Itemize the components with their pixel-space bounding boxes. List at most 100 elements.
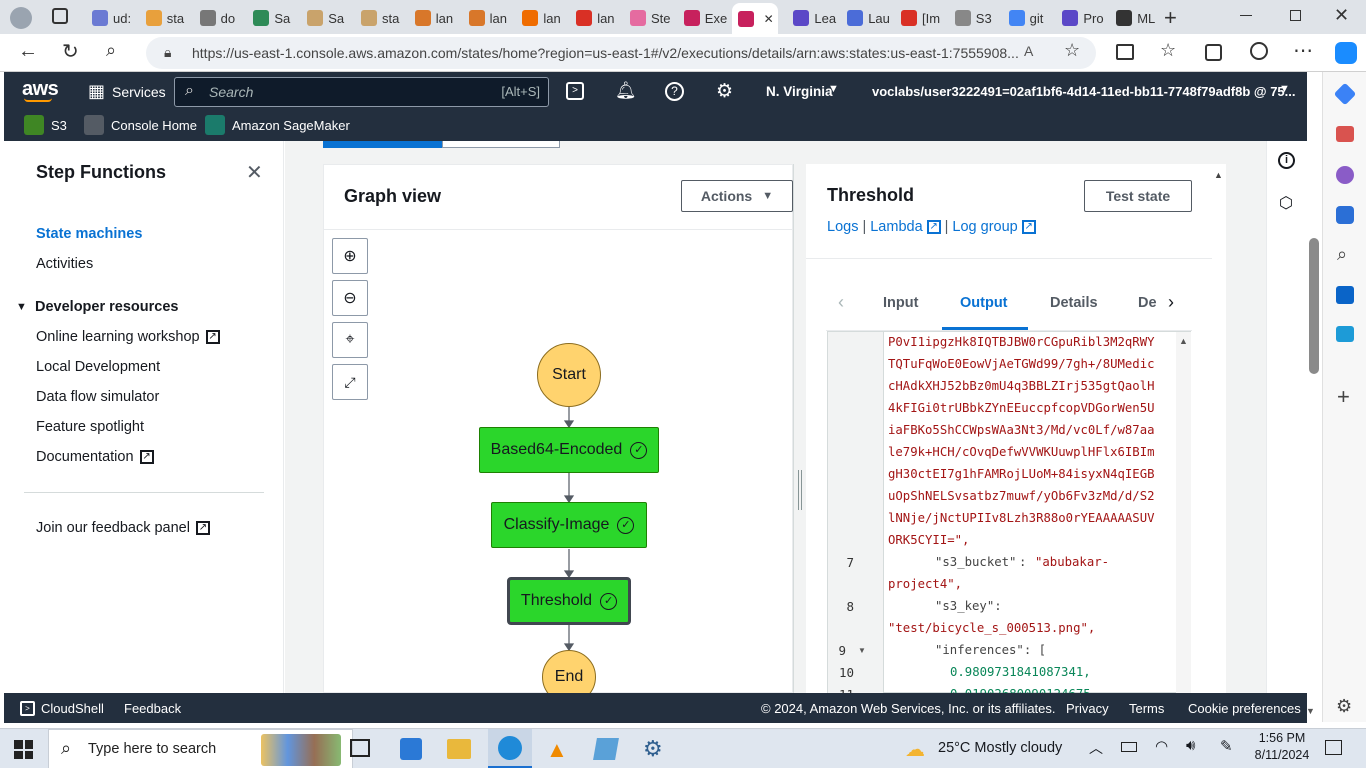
hexagon-icon[interactable]: ⬡ xyxy=(1279,193,1293,213)
games-icon[interactable] xyxy=(1336,166,1354,184)
close-icon[interactable]: ✕ xyxy=(246,160,263,185)
browser-essentials-icon[interactable] xyxy=(1250,42,1268,60)
feedback-panel-link[interactable]: Join our feedback panel ↗ xyxy=(36,520,210,536)
new-tab-icon[interactable]: + xyxy=(1164,5,1177,31)
favorite-console-home[interactable]: Console Home xyxy=(84,115,197,135)
close-window-icon[interactable]: ✕ xyxy=(1334,5,1349,26)
browser-tab[interactable]: git xyxy=(1003,5,1053,31)
scroll-down-icon[interactable]: ▼ xyxy=(1306,706,1315,716)
browser-tab[interactable]: Lau xyxy=(841,5,891,31)
collections-icon[interactable] xyxy=(1205,44,1222,61)
favorite-s3[interactable]: S3 xyxy=(24,115,67,135)
notifications-icon[interactable]: 🔔︎ xyxy=(615,81,637,101)
tab-details[interactable]: Details xyxy=(1050,295,1098,311)
browser-tab[interactable]: Ste xyxy=(624,5,674,31)
cloudshell-icon[interactable]: > xyxy=(566,82,584,100)
store-icon[interactable] xyxy=(400,738,422,760)
m365-icon[interactable] xyxy=(1336,206,1354,224)
wifi-icon[interactable]: ◠ xyxy=(1155,737,1168,755)
refresh-icon[interactable]: ↻ xyxy=(62,39,79,64)
privacy-link[interactable]: Privacy xyxy=(1066,701,1109,716)
terms-link[interactable]: Terms xyxy=(1129,701,1164,716)
caret-down-icon[interactable]: ▼ xyxy=(16,301,27,313)
copilot-icon[interactable] xyxy=(1335,42,1357,64)
services-button[interactable]: Services xyxy=(112,84,166,100)
add-sidebar-icon[interactable]: + xyxy=(1337,384,1350,410)
tab-actions-icon[interactable] xyxy=(52,8,68,24)
tab-output[interactable]: Output xyxy=(960,295,1008,311)
favorites-icon[interactable]: ☆ xyxy=(1160,40,1176,61)
feedback-button[interactable]: Feedback xyxy=(124,701,181,716)
split-screen-icon[interactable] xyxy=(1116,44,1134,60)
taskbar-search-box[interactable]: ⌕ Type here to search xyxy=(48,729,353,768)
browser-tab[interactable]: lan xyxy=(570,5,620,31)
editor-scrollbar[interactable]: ▲ xyxy=(1176,332,1191,694)
minimize-icon[interactable] xyxy=(1240,15,1252,16)
profile-avatar[interactable] xyxy=(10,7,32,29)
browser-tab[interactable]: ✕ xyxy=(731,3,778,34)
browser-tab[interactable]: [Im xyxy=(895,5,945,31)
show-hidden-icons[interactable]: ︿ xyxy=(1089,738,1103,758)
region-selector[interactable]: N. Virginia xyxy=(766,84,833,99)
browser-tab[interactable]: lan xyxy=(409,5,459,31)
clock-time[interactable]: 1:56 PM xyxy=(1256,731,1308,745)
browser-scrollbar-thumb[interactable] xyxy=(1309,238,1319,374)
page-scrollbar[interactable]: ▲ xyxy=(1212,164,1226,693)
tag-icon[interactable] xyxy=(1333,82,1357,106)
sidebar-item-documentation[interactable]: Documentation ↗ xyxy=(36,449,154,465)
pen-icon[interactable]: ✎ xyxy=(1220,737,1233,755)
weather-text[interactable]: 25°C Mostly cloudy xyxy=(938,740,1062,756)
read-aloud-icon[interactable]: A xyxy=(1024,43,1033,59)
segmented-tab[interactable] xyxy=(442,141,560,148)
browser-tab[interactable]: Lea xyxy=(787,5,837,31)
tools-icon[interactable] xyxy=(1336,126,1354,142)
tabs-next-icon[interactable]: › xyxy=(1168,292,1174,313)
tab-definition[interactable]: De xyxy=(1138,295,1157,311)
classify-image-node[interactable]: Classify-Image ✓ xyxy=(491,502,647,548)
browser-tab[interactable]: Pro xyxy=(1056,5,1106,31)
segmented-tab-active[interactable] xyxy=(323,141,443,148)
services-grid-icon[interactable]: ▦ xyxy=(88,81,105,102)
settings-icon[interactable]: ⚙ xyxy=(716,80,733,103)
favorite-star-icon[interactable]: ☆ xyxy=(1064,40,1080,61)
aws-search-input[interactable]: ⌕ Search [Alt+S] xyxy=(174,77,549,107)
sidebar-item-data-flow-simulator[interactable]: Data flow simulator xyxy=(36,389,159,405)
file-explorer-icon[interactable] xyxy=(447,739,471,759)
sidebar-section-developer-resources[interactable]: Developer resources xyxy=(35,299,178,315)
maximize-icon[interactable] xyxy=(1290,10,1301,21)
scroll-up-icon[interactable]: ▲ xyxy=(1179,336,1188,346)
sidebar-item-activities[interactable]: Activities xyxy=(36,256,93,272)
browser-tab[interactable]: sta xyxy=(355,5,405,31)
settings-taskbar-icon[interactable]: ⚙ xyxy=(643,736,663,762)
browser-tab[interactable]: do xyxy=(194,5,244,31)
search-icon[interactable]: ⌕ xyxy=(106,40,116,61)
help-icon[interactable]: ? xyxy=(665,82,684,101)
tab-input[interactable]: Input xyxy=(883,295,918,311)
browser-tab[interactable]: Sa xyxy=(301,5,351,31)
account-menu[interactable]: voclabs/user3222491=02af1bf6-4d14-11ed-b… xyxy=(872,84,1296,99)
clock-date[interactable]: 8/11/2024 xyxy=(1254,748,1310,762)
browser-tab[interactable]: Sa xyxy=(247,5,297,31)
search-sidebar-icon[interactable]: ⌕ xyxy=(1337,244,1347,265)
sidebar-item-local-development[interactable]: Local Development xyxy=(36,359,160,375)
favorite-sagemaker[interactable]: Amazon SageMaker xyxy=(205,115,350,135)
browser-tab[interactable]: S3 xyxy=(949,5,999,31)
send-icon[interactable] xyxy=(1336,326,1354,342)
browser-tab[interactable]: sta xyxy=(140,5,190,31)
sidebar-item-online-workshop[interactable]: Online learning workshop ↗ xyxy=(36,329,220,345)
notifications-center-icon[interactable] xyxy=(1325,740,1342,755)
vlc-icon[interactable]: ▲ xyxy=(546,737,568,763)
browser-tab[interactable]: ML xyxy=(1110,5,1160,31)
url-input[interactable]: 🔒︎ https://us-east-1.console.aws.amazon.… xyxy=(146,37,1096,69)
panel-splitter[interactable] xyxy=(793,164,806,693)
sidebar-settings-icon[interactable]: ⚙ xyxy=(1336,696,1352,717)
info-icon[interactable]: i xyxy=(1278,152,1295,169)
weather-icon[interactable]: ☁ xyxy=(905,737,925,762)
test-state-button[interactable]: Test state xyxy=(1084,180,1192,212)
more-icon[interactable]: ⋯ xyxy=(1293,38,1313,63)
browser-tab[interactable]: Exe xyxy=(678,5,728,31)
cloudshell-button[interactable]: CloudShell xyxy=(41,701,104,716)
windows-start-icon[interactable] xyxy=(14,740,33,759)
sidebar-item-state-machines[interactable]: State machines xyxy=(36,226,142,242)
sidebar-item-feature-spotlight[interactable]: Feature spotlight xyxy=(36,419,144,435)
